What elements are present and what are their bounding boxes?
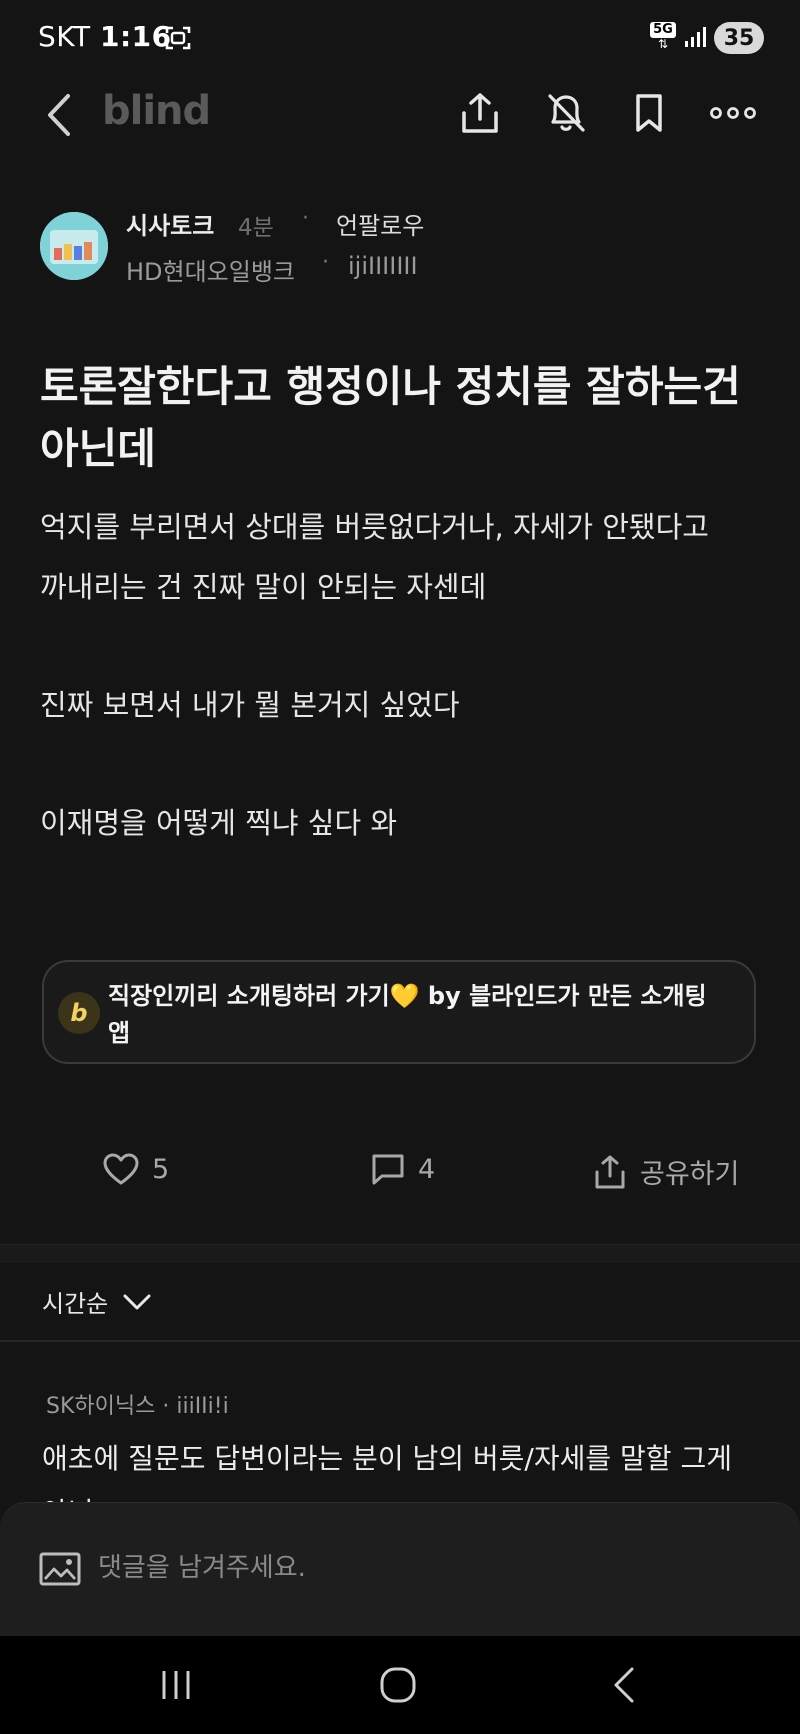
chevron-down-icon	[123, 1294, 151, 1309]
clock: 1:16	[99, 20, 172, 53]
network-5g-icon: 5G ⇅	[650, 22, 676, 52]
sort-label: 시간순	[42, 1290, 109, 1318]
share-icon	[462, 93, 498, 133]
comment-count: 4	[418, 1153, 436, 1185]
post-body-line: 까내리는 건 진짜 말이 안되는 자센데	[40, 570, 487, 604]
comment-nickname: iiiIIi!i	[176, 1394, 229, 1419]
like-count: 5	[152, 1153, 170, 1185]
author-company: HD현대오일뱅크	[126, 258, 296, 286]
comment-icon	[372, 1154, 404, 1185]
comment-meta: SK하이닉스 · iiiIIi!i	[46, 1388, 229, 1420]
separator-dot: ·	[302, 206, 309, 231]
back-icon	[614, 1667, 634, 1703]
bookmark-icon	[636, 94, 662, 132]
post-body-line: 이재명을 어떻게 찍냐 싶다 와	[40, 806, 398, 840]
system-navigation-bar	[0, 1636, 800, 1734]
comment-input[interactable]	[96, 1547, 740, 1589]
share-icon	[595, 1155, 625, 1188]
notification-off-button[interactable]	[541, 88, 591, 138]
channel-name[interactable]: 시사토크	[126, 206, 214, 241]
bell-off-icon	[548, 94, 585, 132]
dating-app-ad-banner[interactable]: b 직장인끼리 소개팅하러 가기💛 by 블라인드가 만든 소개팅앱	[42, 960, 756, 1064]
unfollow-button[interactable]: 언팔로우	[336, 206, 424, 241]
heart-icon	[103, 1153, 139, 1185]
comment-composer	[0, 1502, 800, 1637]
blind-logo: blind	[102, 88, 211, 134]
recent-apps-icon	[162, 1671, 190, 1699]
screen-capture-icon	[165, 26, 191, 50]
like-button[interactable]: 5	[102, 1152, 169, 1186]
sort-dropdown[interactable]: 시간순	[42, 1284, 152, 1319]
comment-button[interactable]: 4	[370, 1152, 435, 1186]
bookmark-button[interactable]	[624, 88, 674, 138]
ad-text: 직장인끼리 소개팅하러 가기💛 by 블라인드가 만든 소개팅앱	[108, 982, 707, 1047]
carrier-label: SKT	[38, 20, 91, 53]
status-carrier-time: SKT 1:16	[38, 20, 172, 53]
separator-dot: ·	[162, 1394, 170, 1419]
network-label: 5G	[650, 22, 676, 38]
share-label: 공유하기	[640, 1159, 740, 1190]
post-time: 4분	[238, 215, 274, 241]
separator-dot: ·	[322, 250, 329, 275]
share-button[interactable]	[455, 88, 505, 138]
comment-company: SK하이닉스	[46, 1394, 156, 1419]
home-button[interactable]	[358, 1658, 438, 1712]
section-divider	[0, 1244, 800, 1263]
image-attach-icon[interactable]	[38, 1551, 82, 1587]
more-button[interactable]	[708, 88, 758, 138]
post-body-line: 진짜 보면서 내가 뭘 본거지 싶었다	[40, 688, 460, 722]
status-bar: SKT 1:16 5G ⇅ 35	[0, 0, 800, 76]
post-title: 토론잘한다고 행정이나 정치를 잘하는건 아닌데	[40, 362, 741, 473]
recent-apps-button[interactable]	[136, 1658, 216, 1712]
more-icon	[710, 107, 756, 119]
avatar-image	[40, 212, 108, 280]
divider	[0, 1340, 800, 1342]
system-back-button[interactable]	[584, 1658, 664, 1712]
share-post-button[interactable]: 공유하기	[592, 1152, 739, 1191]
battery-indicator: 35	[714, 22, 764, 54]
channel-avatar[interactable]	[40, 212, 108, 280]
post-body-line: 억지를 부리면서 상대를 버릇없다거나, 자세가 안됐다고	[40, 510, 709, 544]
signal-icon	[685, 27, 706, 47]
home-icon	[380, 1667, 416, 1703]
author-nickname: ijiIIIIIII	[348, 252, 418, 280]
blind-b-logo-icon: b	[58, 992, 100, 1034]
back-icon[interactable]	[42, 90, 78, 140]
